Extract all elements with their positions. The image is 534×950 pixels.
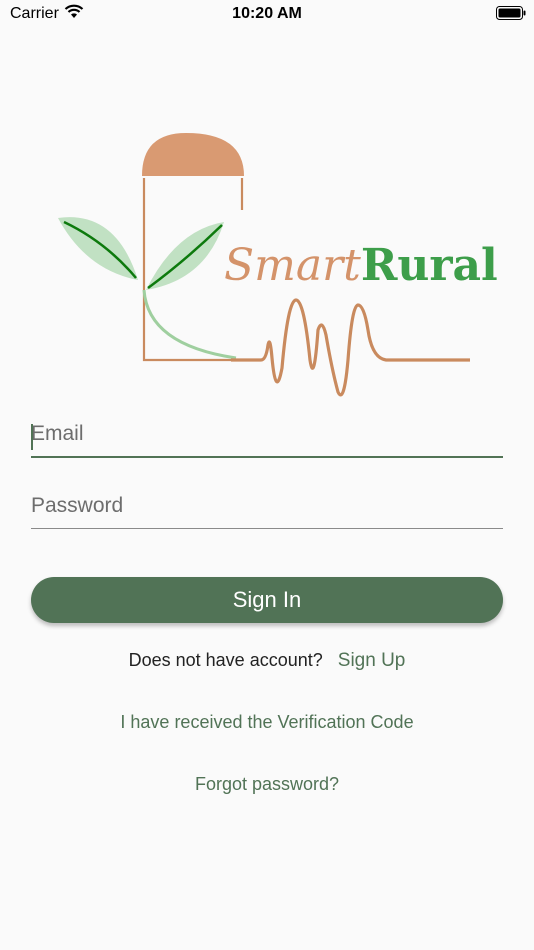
password-input[interactable] [31,490,503,528]
no-account-prompt: Does not have account? [128,650,323,670]
text-caret [31,424,33,450]
logo-wordmark: SmartRural [224,240,498,291]
smartrural-logo: SmartRural [56,130,498,410]
forgot-password-link[interactable]: Forgot password? [0,774,534,795]
sign-in-button[interactable]: Sign In [31,577,503,623]
logo-word-smart: Smart [224,240,361,291]
logo-word-rural: Rural [360,240,498,291]
signup-row: Does not have account? Sign Up [0,650,534,672]
password-field-container[interactable] [31,490,503,529]
email-input[interactable] [31,418,503,456]
battery-icon [496,6,526,25]
email-field-container[interactable] [31,418,503,458]
verification-code-link[interactable]: I have received the Verification Code [0,712,534,733]
sign-up-link[interactable]: Sign Up [338,650,406,671]
status-bar: Carrier 10:20 AM [0,0,534,28]
clock: 10:20 AM [232,5,302,22]
